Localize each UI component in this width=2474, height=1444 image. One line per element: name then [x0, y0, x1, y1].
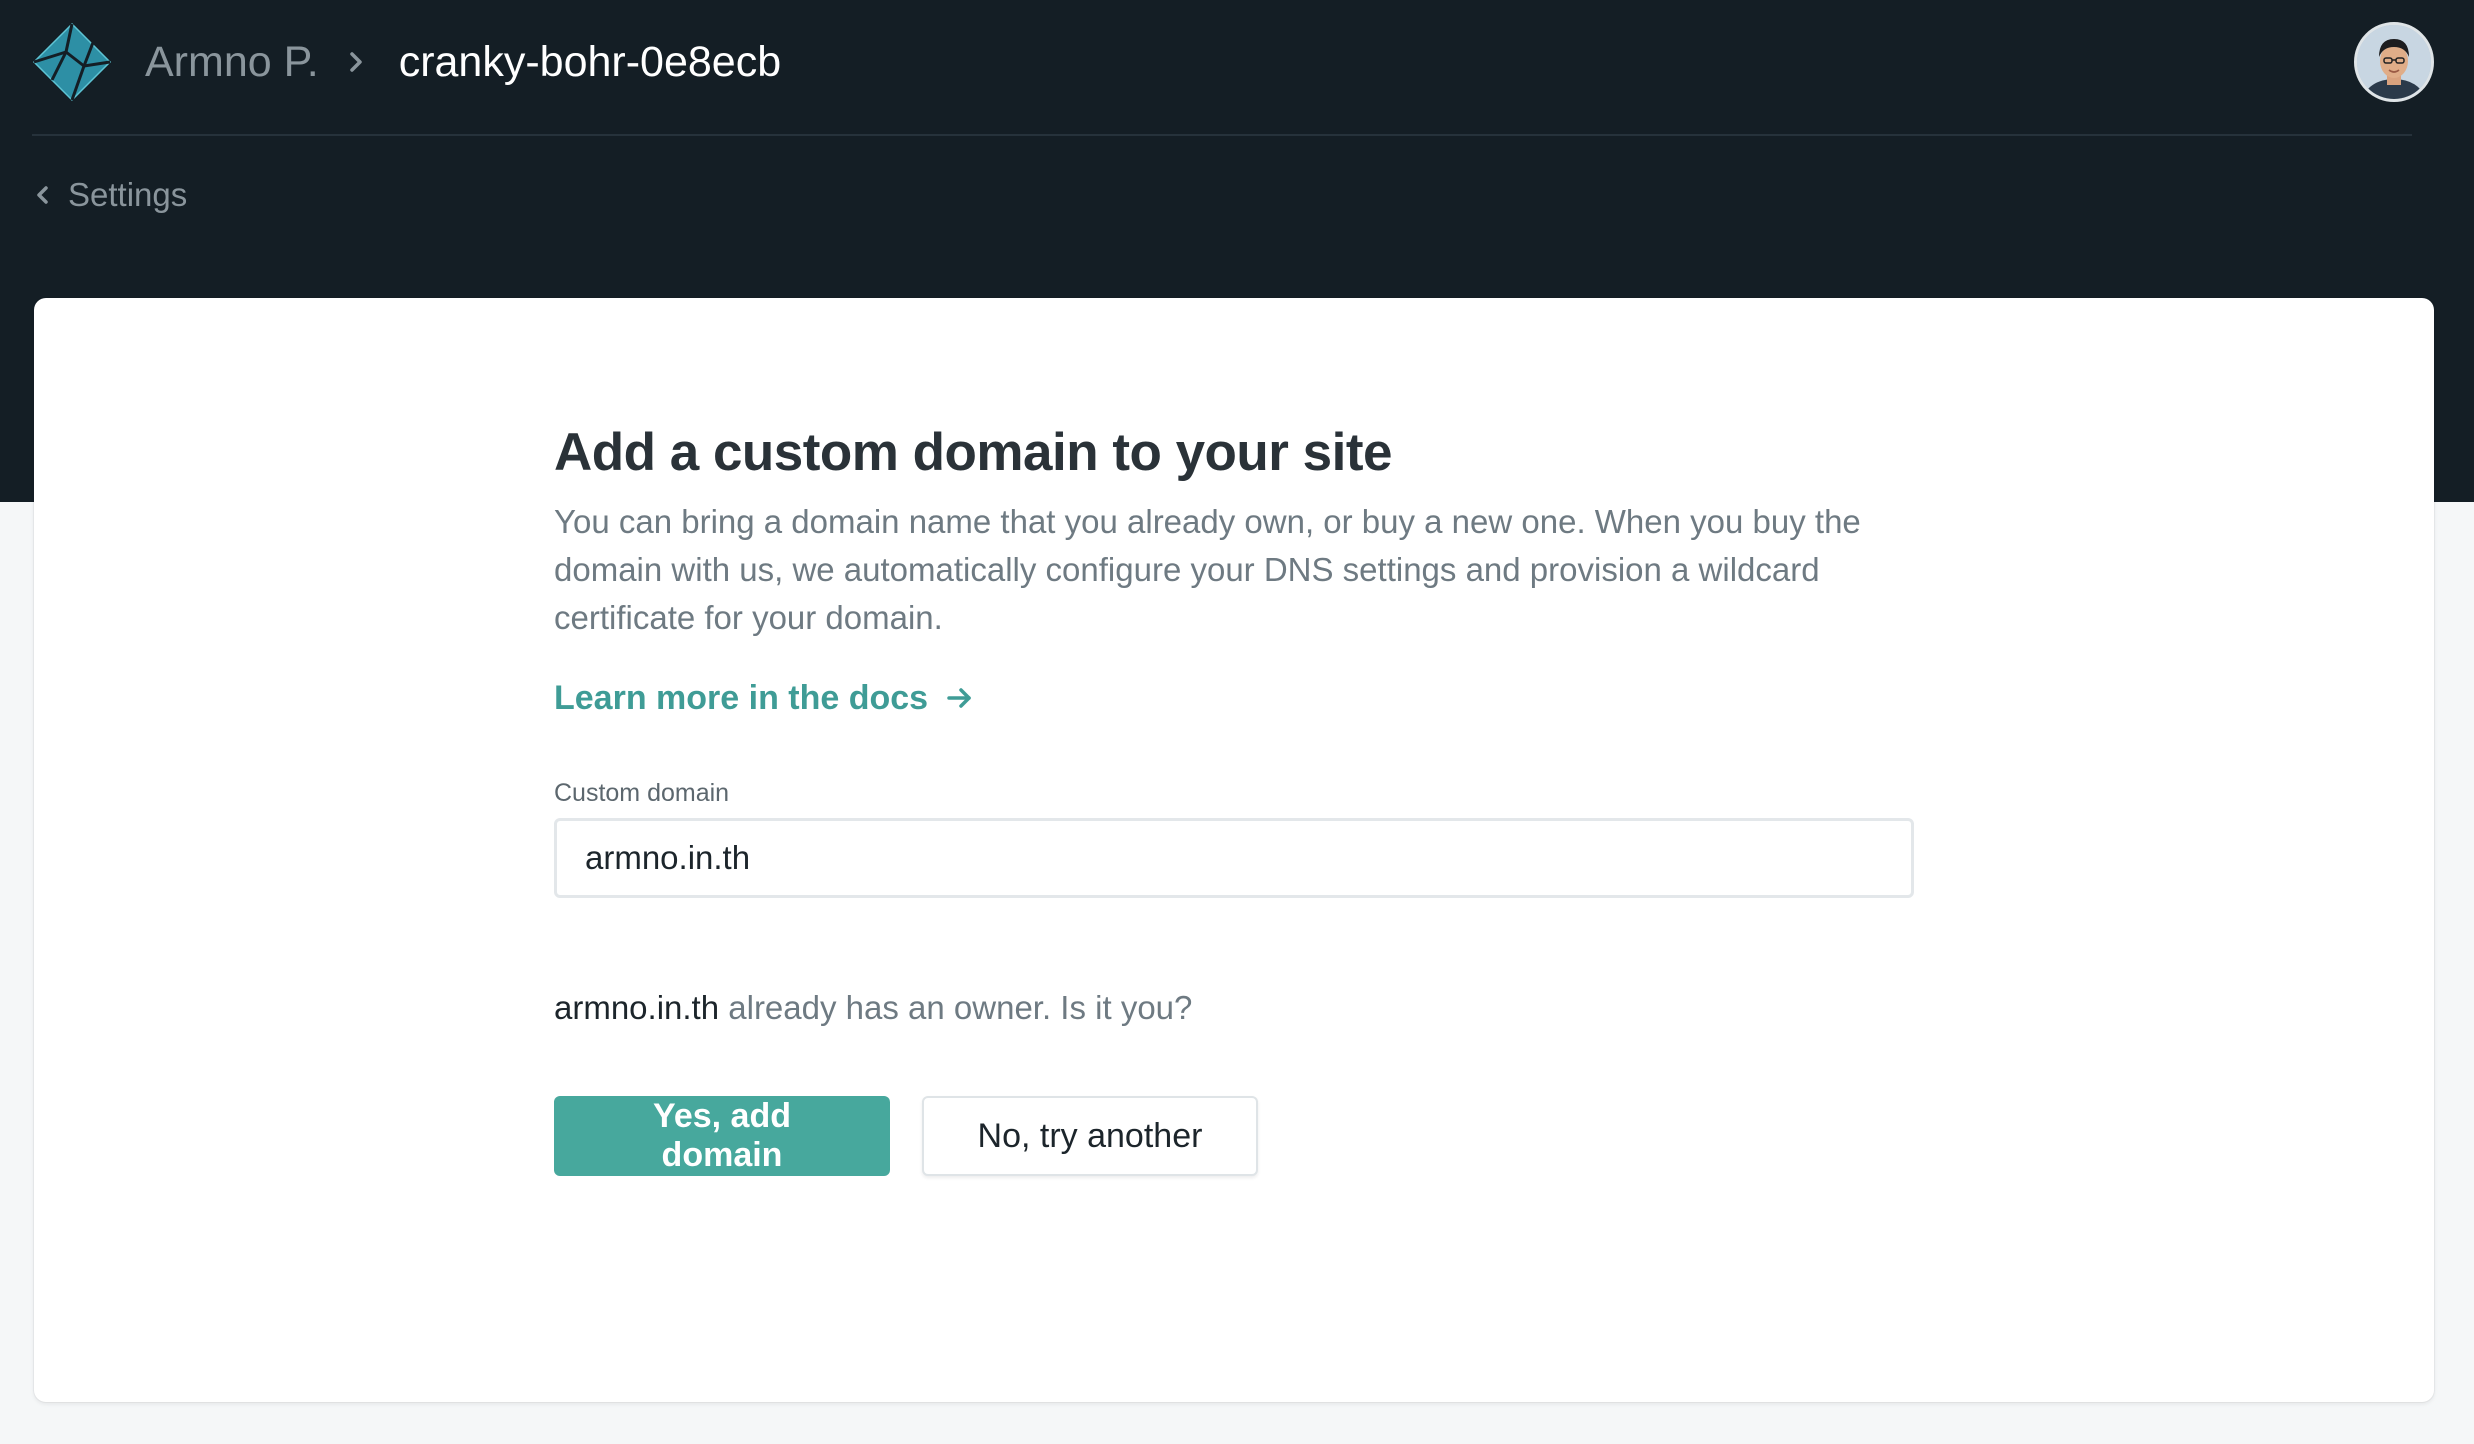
- learn-more-docs-link[interactable]: Learn more in the docs: [554, 672, 974, 724]
- add-domain-form: Add a custom domain to your site You can…: [554, 418, 1914, 1176]
- action-buttons: Yes, add domain No, try another: [554, 1096, 1914, 1176]
- custom-domain-input[interactable]: [554, 818, 1914, 898]
- back-to-settings-link[interactable]: Settings: [32, 170, 187, 220]
- docs-link-label: Learn more in the docs: [554, 678, 929, 717]
- user-avatar[interactable]: [2354, 22, 2434, 102]
- netlify-logo-icon[interactable]: [32, 22, 112, 102]
- avatar-image: [2357, 25, 2431, 99]
- custom-domain-label: Custom domain: [554, 779, 730, 807]
- breadcrumb-site-name[interactable]: cranky-bohr-0e8ecb: [399, 38, 781, 87]
- breadcrumb: Armno P. cranky-bohr-0e8ecb: [145, 30, 781, 94]
- arrow-right-icon: [947, 688, 971, 708]
- chevron-right-icon: [349, 52, 362, 72]
- owner-check-text: already has an owner. Is it you?: [719, 989, 1193, 1026]
- owner-check-domain: armno.in.th: [554, 989, 720, 1026]
- page-description: You can bring a domain name that you alr…: [554, 503, 1861, 636]
- back-link-label: Settings: [68, 176, 188, 213]
- header-divider: [32, 134, 2412, 136]
- no-try-another-button[interactable]: No, try another: [922, 1096, 1258, 1176]
- page-title: Add a custom domain to your site: [554, 423, 1392, 482]
- chevron-left-icon: [37, 186, 48, 204]
- yes-add-domain-button[interactable]: Yes, add domain: [554, 1096, 890, 1176]
- breadcrumb-team-link[interactable]: Armno P.: [145, 38, 319, 87]
- owner-check-message: armno.in.th already has an owner. Is it …: [554, 986, 1914, 1030]
